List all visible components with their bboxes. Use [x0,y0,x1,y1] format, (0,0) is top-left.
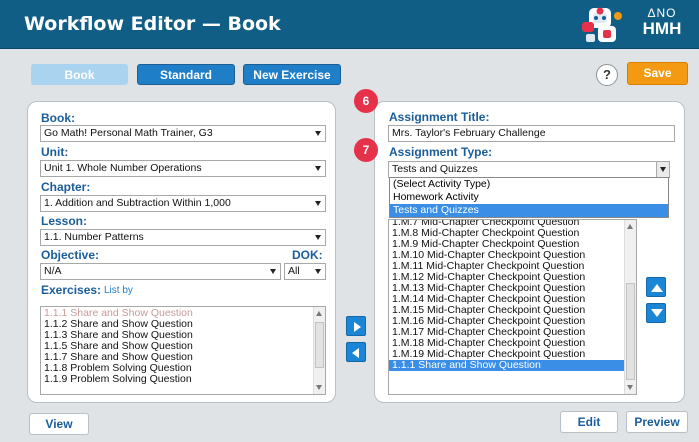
dok-label: DOK: [292,248,323,262]
move-up-button[interactable] [646,277,666,297]
tab-new-exercise[interactable]: New Exercise [243,64,341,85]
dropdown-toggle[interactable] [656,162,669,177]
scroll-thumb[interactable] [315,322,324,368]
tab-book[interactable]: Book [31,64,128,85]
remove-exercise-button[interactable] [346,342,366,362]
chevron-down-icon [270,269,276,274]
assignment-type-select[interactable]: Tests and Quizzes [388,161,670,178]
hmh-logo-text: HMH [642,19,682,38]
list-item[interactable]: 1.1.1 Share and Show Question [389,360,636,371]
exercises-label: Exercises: [41,283,102,297]
chevron-down-icon [315,269,321,274]
objective-select-value: N/A [44,265,62,277]
assignment-type-dropdown[interactable]: (Select Activity Type) Homework Activity T… [389,177,669,218]
chevron-down-icon [315,131,321,136]
exercises-scrollbar[interactable] [313,307,325,394]
save-button[interactable]: Save [627,62,688,85]
hmh-logo-symbol: ΔΝΟ [647,6,677,20]
book-select[interactable]: Go Math! Personal Math Trainer, G3 [40,125,326,142]
book-label: Book: [41,111,75,125]
assignment-title-label: Assignment Title: [389,110,490,124]
app-header: Workflow Editor — Book ΔΝΟ HMH [0,0,699,49]
chapter-select[interactable]: 1. Addition and Subtraction Within 1,000 [40,195,326,212]
chapter-label: Chapter: [41,180,91,194]
arrow-left-icon [352,348,359,358]
unit-select-value: Unit 1. Whole Number Operations [44,162,202,174]
assignment-type-value: Tests and Quizzes [392,163,478,175]
lesson-label: Lesson: [41,214,88,228]
assigned-exercises-listbox[interactable]: 1.M.7 Mid-Chapter Checkpoint Question 1.M… [388,219,637,395]
chevron-down-icon [660,167,666,172]
step-badge-7: 7 [354,138,378,162]
scroll-up-icon[interactable] [316,311,322,316]
objective-label: Objective: [41,248,100,262]
app-title: Workflow Editor — Book [24,13,281,35]
dropdown-option[interactable]: Homework Activity [390,191,668,204]
arrow-down-icon [651,309,663,317]
scroll-up-icon[interactable] [627,224,633,229]
lesson-select-value: 1.1. Number Patterns [44,231,144,243]
edit-button[interactable]: Edit [560,411,618,433]
view-button[interactable]: View [29,413,89,435]
scroll-down-icon[interactable] [316,385,322,390]
scroll-thumb[interactable] [626,283,635,380]
dropdown-option[interactable]: Tests and Quizzes [390,204,668,217]
scroll-down-icon[interactable] [627,385,633,390]
chapter-select-value: 1. Addition and Subtraction Within 1,000 [44,197,231,209]
dok-select[interactable]: All [284,263,326,280]
add-exercise-button[interactable] [346,316,366,336]
exercises-listbox[interactable]: 1.1.1 Share and Show Question 1.1.2 Share… [40,306,326,395]
list-item[interactable]: 1.1.9 Problem Solving Question [41,374,325,385]
move-down-button[interactable] [646,303,666,323]
dok-select-value: All [288,265,300,277]
lesson-select[interactable]: 1.1. Number Patterns [40,229,326,246]
arrow-up-icon [651,284,663,292]
assignment-type-label: Assignment Type: [389,145,493,159]
help-button[interactable]: ? [596,64,618,86]
robot-mascot-icon [582,7,622,42]
dropdown-option[interactable]: (Select Activity Type) [390,178,668,191]
arrow-right-icon [354,322,361,332]
unit-select[interactable]: Unit 1. Whole Number Operations [40,160,326,177]
list-by-link[interactable]: List by [104,285,133,296]
chevron-down-icon [315,201,321,206]
assignment-title-input[interactable]: Mrs. Taylor's February Challenge [388,125,675,142]
unit-label: Unit: [41,145,69,159]
chevron-down-icon [315,166,321,171]
assigned-scrollbar[interactable] [624,220,636,394]
book-select-value: Go Math! Personal Math Trainer, G3 [44,127,213,139]
objective-select[interactable]: N/A [40,263,281,280]
preview-button[interactable]: Preview [626,411,688,433]
chevron-down-icon [315,235,321,240]
assignment-title-value: Mrs. Taylor's February Challenge [392,127,546,139]
tab-standard[interactable]: Standard [137,64,235,85]
hmh-logo: ΔΝΟ HMH [636,6,688,44]
step-badge-6: 6 [354,89,378,113]
